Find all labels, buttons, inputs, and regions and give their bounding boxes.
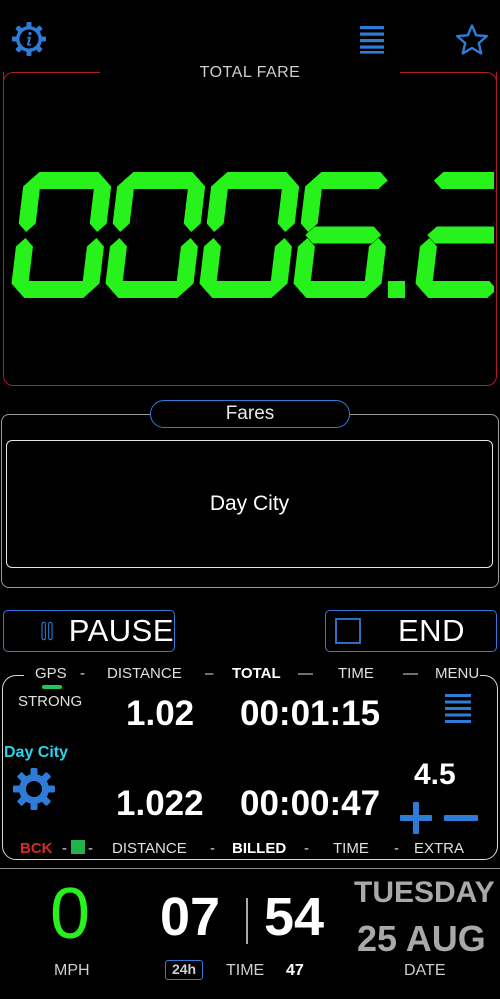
billed-time-header: TIME (333, 840, 369, 857)
clock-minute: 54 (264, 887, 325, 947)
menu-lines-icon (445, 694, 471, 723)
gps-signal-bar (42, 685, 62, 689)
fare-panel-top-border (16, 72, 100, 73)
end-button[interactable]: END (325, 610, 497, 652)
info-settings-button[interactable] (10, 20, 48, 58)
total-distance-value: 1.02 (126, 694, 195, 733)
meter-menu-button[interactable] (444, 692, 474, 726)
total-header: TOTAL (232, 665, 281, 682)
speed-value: 0 (50, 874, 91, 954)
fare-selector[interactable]: Day City (6, 440, 493, 568)
total-time-value: 00:01:15 (240, 694, 381, 733)
time-format-toggle[interactable]: 24h (165, 960, 203, 980)
pause-icon (41, 621, 53, 641)
header-separator: - (88, 840, 93, 857)
clock-hour: 07 (160, 887, 221, 947)
lcd-digit (199, 172, 300, 298)
fare-panel-corner (3, 72, 17, 86)
plus-icon (400, 802, 432, 834)
header-separator: - (62, 840, 67, 857)
extra-value: 4.5 (414, 758, 456, 791)
billed-header: BILLED (232, 840, 287, 857)
info-gear-icon (12, 22, 46, 56)
backup-label: BCK (20, 840, 53, 857)
selected-fare-label: Day City (209, 492, 290, 515)
header-separator: — (298, 665, 313, 682)
fares-title: Fares (150, 400, 350, 428)
lcd-digit (415, 172, 494, 298)
header-separator: - (80, 665, 85, 682)
billed-time-value: 00:00:47 (240, 784, 381, 823)
tariff-settings-button[interactable] (11, 766, 57, 812)
gear-icon (13, 768, 55, 810)
gps-label: GPS (35, 665, 67, 682)
date-label: DATE (404, 962, 446, 979)
header-separator: — (403, 665, 418, 682)
header-separator: - (210, 840, 215, 857)
list-menu-icon (360, 26, 384, 54)
date-value: 25 AUG (357, 918, 486, 959)
pause-label: PAUSE (68, 613, 174, 648)
lcd-digit (293, 172, 388, 298)
gps-status: STRONG (18, 693, 83, 710)
list-menu-button[interactable] (356, 22, 388, 56)
star-icon (456, 24, 488, 55)
weekday: TUESDAY (354, 876, 495, 909)
clock-seconds: 47 (286, 962, 304, 979)
clock-divider (246, 898, 248, 944)
extra-increase-button[interactable] (398, 800, 434, 836)
minus-icon (444, 815, 478, 821)
favorite-button[interactable] (454, 22, 490, 58)
lcd-digit (11, 172, 112, 298)
total-distance-header: DISTANCE (107, 665, 182, 682)
time-label: TIME (226, 962, 265, 979)
menu-header: MENU (435, 665, 480, 682)
header-separator: - (304, 840, 309, 857)
bottom-divider (0, 868, 500, 869)
time-format-label: 24h (171, 961, 197, 977)
speed-unit: MPH (54, 962, 90, 979)
lcd-decimal-point (388, 281, 405, 298)
lcd-digit (105, 172, 206, 298)
total-fare-label: TOTAL FARE (199, 64, 301, 81)
tariff-name: Day City (4, 744, 69, 761)
header-separator: – (205, 665, 214, 682)
backup-status-indicator (71, 840, 85, 854)
extra-header: EXTRA (414, 840, 465, 857)
stop-icon (335, 618, 361, 644)
pause-button[interactable]: PAUSE (3, 610, 175, 652)
end-label: END (398, 613, 465, 648)
header-separator: - (394, 840, 399, 857)
extra-decrease-button[interactable] (442, 800, 480, 836)
total-fare-display (11, 172, 494, 298)
fare-panel-top-border (400, 72, 484, 73)
total-time-header: TIME (338, 665, 374, 682)
billed-distance-value: 1.022 (116, 784, 204, 823)
billed-distance-header: DISTANCE (112, 840, 187, 857)
